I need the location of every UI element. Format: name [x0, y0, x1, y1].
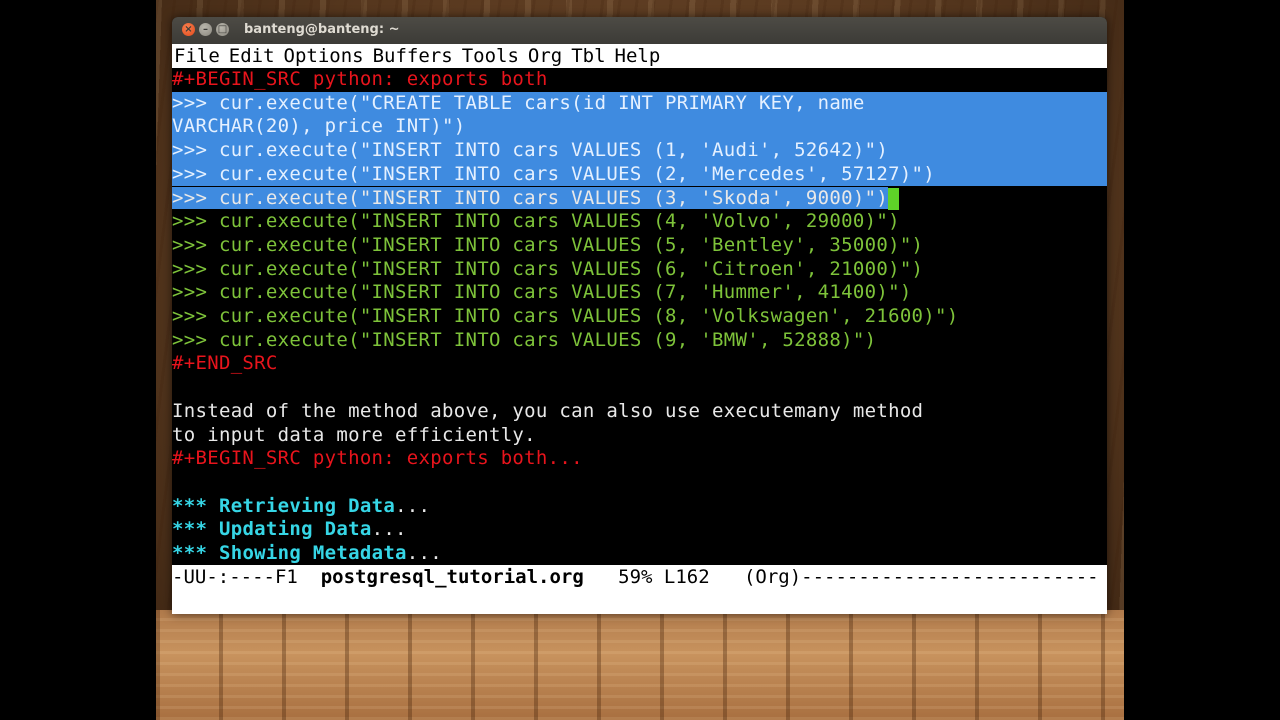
mode-line: -UU-:----F1 postgresql_tutorial.org 59% …: [172, 565, 1107, 589]
begin-src-folded-line[interactable]: #+BEGIN_SRC python: exports both...: [172, 447, 1107, 471]
heading-title: Showing Metadata: [218, 542, 407, 564]
selected-code-line-with-cursor: >>> cur.execute("INSERT INTO cars VALUES…: [172, 186, 1107, 211]
paragraph-line: Instead of the method above, you can als…: [172, 399, 924, 422]
text-cursor: [888, 187, 900, 210]
editor-buffer[interactable]: #+BEGIN_SRC python: exports both >>> cur…: [172, 68, 1107, 575]
menu-options[interactable]: Options: [284, 45, 364, 67]
code-text: VARCHAR(20), price INT)"): [172, 115, 466, 138]
org-heading-metadata[interactable]: *** Showing Metadata...: [172, 542, 1107, 566]
minimize-window-button[interactable]: –: [199, 23, 212, 36]
org-heading-retrieving[interactable]: *** Retrieving Data...: [172, 495, 1107, 519]
code-text: >>> cur.execute("CREATE TABLE cars(id IN…: [172, 91, 865, 114]
code-line: >>> cur.execute("INSERT INTO cars VALUES…: [172, 233, 924, 256]
selected-code-line: VARCHAR(20), price INT)"): [172, 115, 1107, 140]
close-window-button[interactable]: ×: [182, 23, 195, 36]
code-line: >>> cur.execute("INSERT INTO cars VALUES…: [172, 305, 959, 327]
menu-tbl[interactable]: Tbl: [571, 45, 605, 67]
menu-help[interactable]: Help: [615, 45, 661, 67]
paragraph-line: to input data more efficiently.: [172, 423, 536, 446]
begin-src-line: #+BEGIN_SRC python: exports both: [172, 68, 548, 90]
heading-stars: ***: [172, 542, 208, 564]
menu-buffers[interactable]: Buffers: [373, 45, 453, 67]
wood-floor: [156, 610, 1124, 720]
org-heading-updating[interactable]: *** Updating Data...: [172, 518, 1107, 542]
menu-file[interactable]: File: [174, 45, 220, 67]
menu-edit[interactable]: Edit: [229, 45, 275, 67]
code-text: >>> cur.execute("INSERT INTO cars VALUES…: [172, 162, 936, 185]
emacs-menubar: File Edit Options Buffers Tools Org Tbl Help: [172, 44, 1107, 68]
heading-ellipsis: ...: [395, 494, 431, 517]
minibuffer[interactable]: [172, 589, 1107, 614]
terminal-window[interactable]: × – □ banteng@banteng: ~ File Edit Options…: [172, 17, 1107, 614]
selected-code-line: >>> cur.execute("INSERT INTO cars VALUES…: [172, 139, 1107, 163]
code-line: >>> cur.execute("INSERT INTO cars VALUES…: [172, 281, 912, 304]
selected-code-line: >>> cur.execute("CREATE TABLE cars(id IN…: [172, 91, 1107, 116]
menu-tools[interactable]: Tools: [462, 45, 519, 67]
heading-title: Retrieving Data: [218, 494, 396, 517]
heading-ellipsis: ...: [406, 542, 443, 564]
heading-ellipsis: ...: [371, 518, 407, 541]
menu-org[interactable]: Org: [528, 45, 562, 67]
modeline-status: -UU-:----F1: [172, 566, 321, 588]
window-titlebar[interactable]: × – □ banteng@banteng: ~: [172, 17, 1107, 44]
window-title: banteng@banteng: ~: [244, 22, 400, 37]
modeline-buffer-name[interactable]: postgresql_tutorial.org: [321, 566, 584, 588]
code-line: >>> cur.execute("INSERT INTO cars VALUES…: [172, 210, 900, 233]
selected-code-line: >>> cur.execute("INSERT INTO cars VALUES…: [172, 162, 1107, 187]
heading-stars: ***: [172, 518, 208, 541]
heading-title: Updating Data: [218, 518, 372, 541]
code-text: >>> cur.execute("INSERT INTO cars VALUES…: [172, 186, 889, 209]
code-line: >>> cur.execute("INSERT INTO cars VALUES…: [172, 328, 877, 351]
code-line: >>> cur.execute("INSERT INTO cars VALUES…: [172, 257, 924, 280]
modeline-position-mode: 59% L162 (Org)--------------------------: [583, 566, 1099, 588]
heading-stars: ***: [172, 494, 208, 517]
maximize-window-button[interactable]: □: [216, 23, 229, 36]
end-src-line: #+END_SRC: [172, 352, 278, 375]
code-text: >>> cur.execute("INSERT INTO cars VALUES…: [172, 139, 889, 162]
